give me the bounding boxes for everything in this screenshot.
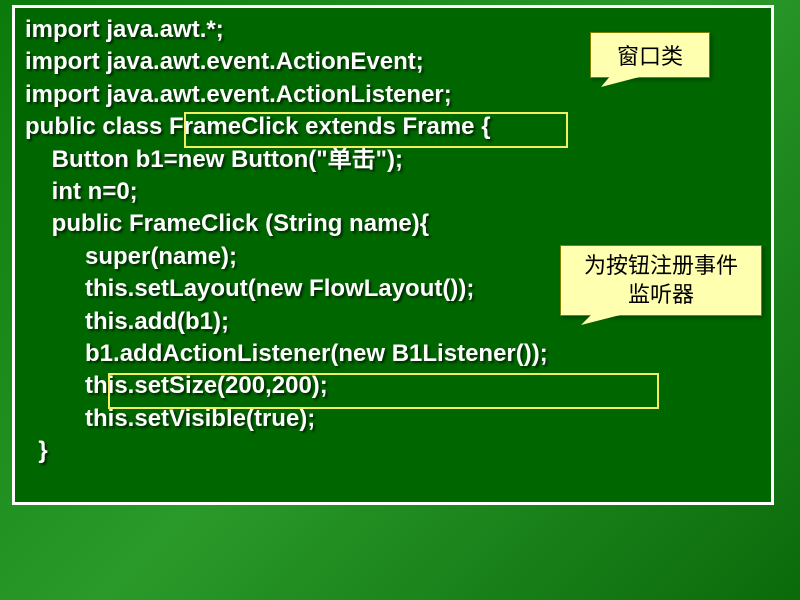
code-line-11: b1.addActionListener(new B1Listener());: [25, 338, 761, 370]
code-line-7: public FrameClick (String name){: [25, 208, 761, 240]
code-line-3: import java.awt.event.ActionListener;: [25, 79, 761, 111]
code-line-13: this.setVisible(true);: [25, 403, 761, 435]
code-line-6: int n=0;: [25, 176, 761, 208]
code-line-5: Button b1=new Button("单击");: [25, 144, 761, 176]
callout-register-listener: 为按钮注册事件监听器: [560, 245, 762, 316]
code-line-12: this.setSize(200,200);: [25, 370, 761, 402]
code-line-14: }: [25, 435, 761, 467]
callout-window-class: 窗口类: [590, 32, 710, 78]
code-line-4: public class FrameClick extends Frame {: [25, 111, 761, 143]
